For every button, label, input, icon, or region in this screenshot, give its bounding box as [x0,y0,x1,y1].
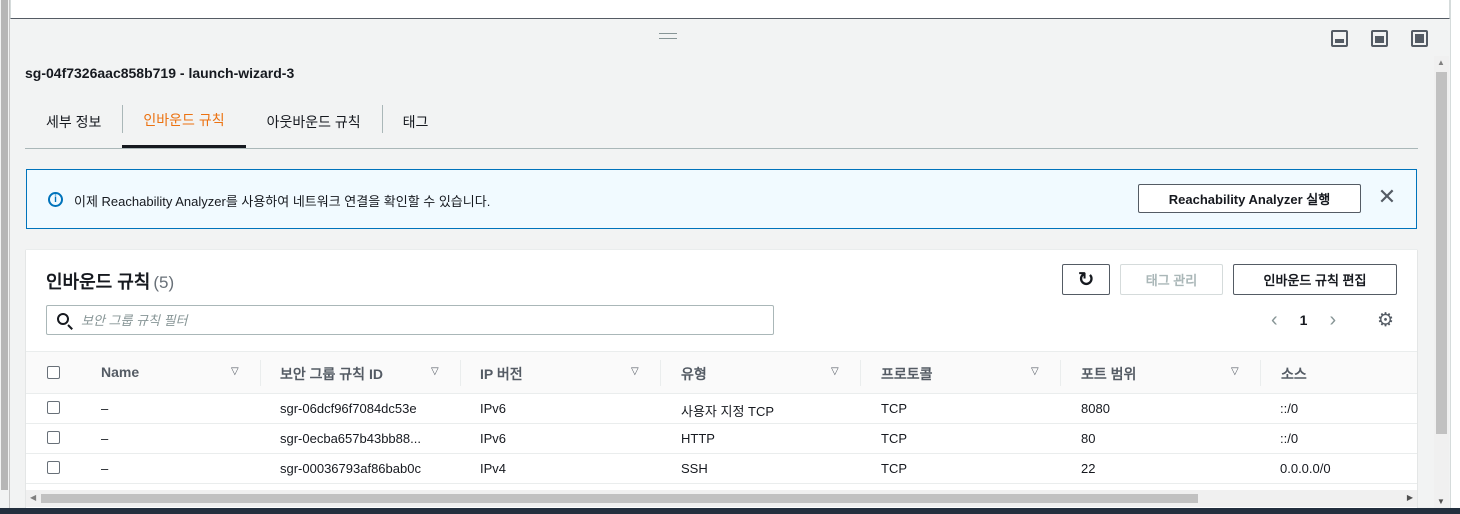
cell-ip-version: IPv4 [480,461,507,476]
edit-inbound-rules-button[interactable]: 인바운드 규칙 편집 [1233,264,1397,295]
gear-icon[interactable]: ⚙ [1377,311,1394,331]
scroll-left-icon[interactable]: ◀ [30,493,36,502]
split-bottom-icon[interactable] [1331,30,1348,47]
left-scrollbar-thumb[interactable] [1,0,8,490]
left-scrollbar[interactable] [0,0,10,514]
table-row[interactable]: – sgr-00036793af86bab0c IPv4 SSH TCP 22 … [26,454,1417,484]
page-title: sg-04f7326aac858b719 - launch-wizard-3 [25,65,295,81]
sort-icon[interactable]: ▽ [631,366,639,377]
bottom-taskbar-edge [0,508,1460,514]
page-number[interactable]: 1 [1300,312,1308,328]
right-edge [1450,0,1460,508]
tab-outbound-rules[interactable]: 아웃바운드 규칙 [246,95,382,148]
vertical-scrollbar-thumb[interactable] [1436,72,1447,434]
cell-source: ::/0 [1280,431,1299,446]
column-divider [660,360,661,386]
split-half-icon[interactable] [1371,30,1388,47]
cell-name: – [101,461,109,476]
column-header-source[interactable]: 소스 [1281,364,1307,384]
cell-port-range: 80 [1081,431,1096,446]
sort-icon[interactable]: ▽ [231,366,239,377]
rule-count: (5) [153,273,175,292]
cell-rule-id: sgr-06dcf96f7084dc53e [280,401,417,416]
vertical-scrollbar[interactable]: ▲ ▼ [1434,56,1449,508]
cell-source: ::/0 [1280,401,1299,416]
tab-inbound-rules[interactable]: 인바운드 규칙 [122,95,246,148]
cell-protocol: TCP [881,431,907,446]
cell-ip-version: IPv6 [480,401,507,416]
maximize-icon[interactable] [1411,30,1428,47]
cell-rule-id: sgr-00036793af86bab0c [280,461,421,476]
scroll-up-icon[interactable]: ▲ [1437,58,1445,67]
manage-tags-button[interactable]: 태그 관리 [1120,264,1223,295]
refresh-icon: ↻ [1077,269,1095,291]
sort-icon[interactable]: ▽ [1031,366,1039,377]
split-panel-view-controls [1331,30,1428,47]
tab-tags[interactable]: 태그 [381,95,450,148]
cell-type: HTTP [681,431,715,446]
horizontal-scrollbar-thumb[interactable] [41,494,1198,503]
run-reachability-analyzer-button[interactable]: Reachability Analyzer 실행 [1138,184,1361,213]
cell-port-range: 8080 [1081,401,1110,416]
cell-protocol: TCP [881,401,907,416]
pagination: ‹ 1 › [1271,310,1336,330]
info-flash-banner: i 이제 Reachability Analyzer를 사용하여 네트워크 연결… [26,169,1417,229]
cell-port-range: 22 [1081,461,1096,476]
rule-filter [46,305,774,335]
rules-table: Name ▽ 보안 그룹 규칙 ID ▽ IP 버전 ▽ 유형 ▽ 프로토콜 ▽… [26,351,1417,484]
column-header-type[interactable]: 유형 [681,364,707,384]
search-input[interactable] [81,311,761,329]
panel-title: 인바운드 규칙 (5) [46,268,174,294]
cell-protocol: TCP [881,461,907,476]
panel-title-text: 인바운드 규칙 [46,272,151,292]
horizontal-scrollbar[interactable]: ◀ ▶ [26,490,1417,507]
sort-icon[interactable]: ▽ [831,366,839,377]
scroll-right-icon[interactable]: ▶ [1407,493,1413,502]
chevron-right-icon[interactable]: › [1329,310,1336,330]
cell-name: – [101,431,109,446]
inbound-rules-panel: 인바운드 규칙(5) ↻ 태그 관리 인바운드 규칙 편집 ‹ 1 › ⚙ Na… [26,249,1417,508]
column-divider [260,360,261,386]
sort-icon[interactable]: ▽ [431,366,439,377]
table-row[interactable]: – sgr-0ecba657b43bb88... IPv6 HTTP TCP 8… [26,424,1417,454]
row-checkbox[interactable] [47,401,60,414]
cell-ip-version: IPv6 [480,431,507,446]
column-divider [1060,360,1061,386]
table-header: Name ▽ 보안 그룹 규칙 ID ▽ IP 버전 ▽ 유형 ▽ 프로토콜 ▽… [26,351,1417,394]
column-header-protocol[interactable]: 프로토콜 [881,364,933,384]
cell-name: – [101,401,109,416]
row-checkbox[interactable] [47,431,60,444]
cell-type: SSH [681,461,708,476]
scroll-down-icon[interactable]: ▼ [1437,497,1445,506]
column-header-ip-version[interactable]: IP 버전 [480,364,523,384]
column-divider [1260,360,1261,386]
cell-source: 0.0.0.0/0 [1280,461,1331,476]
cell-type: 사용자 지정 TCP [681,404,775,419]
row-checkbox[interactable] [47,461,60,474]
column-header-rule-id[interactable]: 보안 그룹 규칙 ID [280,364,383,384]
info-icon: i [48,192,63,207]
column-divider [860,360,861,386]
column-header-port-range[interactable]: 포트 범위 [1081,364,1136,384]
column-header-name[interactable]: Name [101,364,139,380]
search-icon [57,313,69,325]
tab-details[interactable]: 세부 정보 [25,95,122,148]
refresh-button[interactable]: ↻ [1062,264,1110,295]
column-divider [460,360,461,386]
top-content-strip [10,0,1450,19]
split-panel-drag-handle[interactable] [659,33,677,39]
close-icon[interactable]: ✕ [1377,186,1397,208]
flash-message: 이제 Reachability Analyzer를 사용하여 네트워크 연결을 … [74,194,491,209]
table-row[interactable]: – sgr-06dcf96f7084dc53e IPv6 사용자 지정 TCP … [26,394,1417,424]
cell-rule-id: sgr-0ecba657b43bb88... [280,431,421,446]
sort-icon[interactable]: ▽ [1231,366,1239,377]
detail-tabs: 세부 정보 인바운드 규칙 아웃바운드 규칙 태그 [25,95,1418,149]
chevron-left-icon[interactable]: ‹ [1271,310,1278,330]
select-all-checkbox[interactable] [47,366,60,379]
